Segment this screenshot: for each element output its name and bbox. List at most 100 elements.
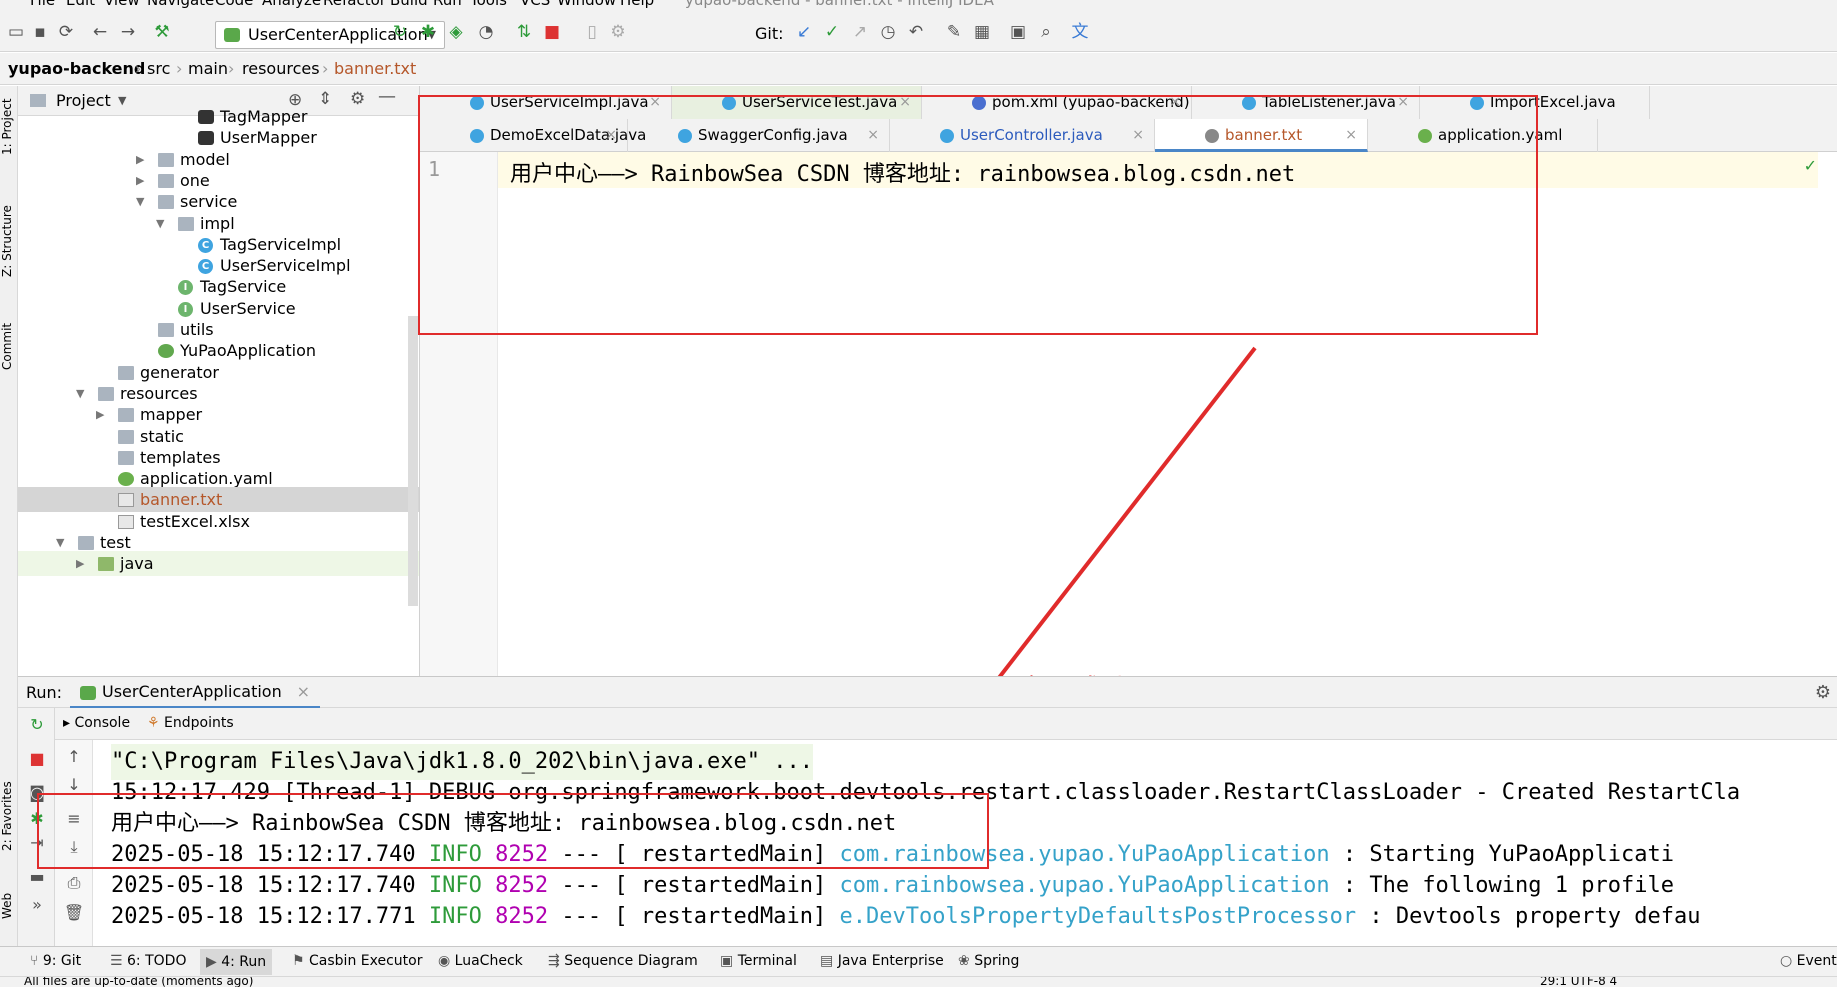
sequence-icon: ⇶: [548, 953, 565, 969]
tool-window-git[interactable]: ⑂ 9: Git: [30, 953, 81, 969]
git-commit-icon[interactable]: ✓: [820, 20, 844, 44]
layout-icon[interactable]: ▬: [26, 866, 48, 888]
casbin-icon: ⚑: [292, 953, 310, 969]
project-tool-tab[interactable]: 1: Project: [0, 92, 18, 162]
tool-window-terminal[interactable]: ▣ Terminal: [720, 953, 797, 969]
folder-icon: [158, 323, 174, 337]
spring-run-icon: [80, 686, 96, 700]
folder-icon: [78, 536, 94, 550]
tool-window-event-log[interactable]: ○ Event: [1780, 953, 1837, 969]
folder-icon: [158, 195, 174, 210]
terminal-window-icon[interactable]: ▣: [1006, 20, 1030, 44]
history-icon[interactable]: ◷: [876, 20, 900, 44]
tab-endpoints[interactable]: ⚘ Endpoints: [147, 715, 234, 731]
web-tool-tab[interactable]: Web: [0, 876, 18, 936]
menu-build[interactable]: Build: [390, 0, 428, 9]
search-icon[interactable]: ⌕: [1034, 20, 1058, 44]
menu-tools[interactable]: Tools: [470, 0, 507, 9]
coverage-icon[interactable]: ◈: [444, 20, 468, 44]
tool-window-run[interactable]: ▶ 4: Run: [200, 949, 273, 975]
luacheck-icon: ◉: [438, 953, 455, 969]
breadcrumb-project[interactable]: yupao-backend: [8, 59, 145, 78]
tool-window-spring[interactable]: ❀ Spring: [958, 953, 1019, 969]
menu-view[interactable]: View: [104, 0, 140, 9]
menu-help[interactable]: Help: [620, 0, 654, 9]
menu-navigate[interactable]: Navigate: [147, 0, 214, 9]
back-icon[interactable]: ←: [88, 20, 112, 44]
more-icon[interactable]: »: [26, 894, 48, 916]
translate-icon[interactable]: 文: [1068, 20, 1092, 44]
chevron-right-icon[interactable]: ▶: [76, 551, 84, 576]
git-update-icon[interactable]: ↙: [792, 20, 816, 44]
breadcrumb-main[interactable]: main: [188, 59, 228, 78]
event-log-icon: ○: [1780, 953, 1797, 969]
folder-icon: [158, 173, 174, 188]
rerun-icon[interactable]: ↻: [388, 20, 412, 44]
rerun-icon[interactable]: ↻: [26, 714, 48, 736]
menu-code[interactable]: Code: [215, 0, 253, 9]
tool-window-label: Sequence Diagram: [564, 953, 698, 969]
trash-icon[interactable]: 🗑: [63, 902, 85, 924]
close-icon[interactable]: ×: [297, 677, 310, 707]
class-icon: C: [198, 237, 213, 253]
tool-window-todo[interactable]: ☰ 6: TODO: [110, 953, 186, 969]
forward-icon[interactable]: →: [116, 20, 140, 44]
menu-edit[interactable]: Edit: [66, 0, 95, 9]
menu-file[interactable]: File: [30, 0, 55, 9]
arrow-up-icon[interactable]: ↑: [63, 746, 85, 768]
status-position[interactable]: 29:1 UTF-8 4: [1540, 977, 1617, 987]
stop-icon[interactable]: ■: [26, 748, 48, 770]
sdk-icon[interactable]: ⚙: [606, 20, 630, 44]
menu-bar: File Edit View Navigate Code Analyze Ref…: [0, 0, 1837, 10]
tool-window-luacheck[interactable]: ◉ LuaCheck: [438, 953, 523, 969]
inspection-ok-icon[interactable]: ✓: [1804, 156, 1817, 175]
save-icon[interactable]: ▪: [28, 20, 52, 44]
menu-window[interactable]: Window: [557, 0, 616, 9]
menu-refactor[interactable]: Refactor: [323, 0, 386, 9]
spring-icon: ❀: [958, 953, 975, 969]
folder-icon: [118, 429, 134, 444]
project-structure-icon[interactable]: ▦: [970, 20, 994, 44]
gear-icon[interactable]: ⚙: [1815, 682, 1831, 703]
device-icon[interactable]: ▯: [580, 20, 604, 44]
mapper-icon: [198, 110, 214, 124]
build-hammer-icon[interactable]: ⚒: [150, 20, 174, 44]
breadcrumb-file[interactable]: banner.txt: [334, 59, 416, 78]
menu-analyze[interactable]: Analyze: [262, 0, 321, 9]
menu-vcs[interactable]: VCS: [520, 0, 550, 9]
tool-window-label: Event: [1796, 953, 1837, 969]
terminal-icon: ▣: [720, 953, 738, 969]
folder-icon: [98, 386, 114, 401]
tool-window-label: Casbin Executor: [309, 953, 423, 969]
window-title: yupao-backend - banner.txt - IntelliJ ID…: [685, 0, 994, 9]
project-scrollbar[interactable]: [408, 316, 418, 606]
attach-icon[interactable]: ⇅: [512, 20, 536, 44]
favorites-tool-tab[interactable]: 2: Favorites: [0, 766, 18, 866]
tool-window-java-enterprise[interactable]: ▤ Java Enterprise: [820, 953, 944, 969]
breadcrumb-resources[interactable]: resources: [242, 59, 320, 78]
tab-console[interactable]: ▸ Console: [63, 715, 130, 731]
print-icon[interactable]: ⎙: [63, 872, 85, 894]
menu-run[interactable]: Run: [433, 0, 462, 9]
mapper-icon: [198, 131, 214, 146]
profile-icon[interactable]: ◔: [474, 20, 498, 44]
debug-icon[interactable]: ✱: [416, 20, 440, 44]
breadcrumb-src[interactable]: src: [147, 59, 170, 78]
run-tab-usercenterapplication[interactable]: UserCenterApplication ×: [70, 677, 320, 709]
structure-tool-tab[interactable]: Z: Structure: [0, 196, 18, 286]
folder-icon: [178, 216, 194, 231]
tool-window-casbin[interactable]: ⚑ Casbin Executor: [292, 953, 422, 969]
tool-window-sequence[interactable]: ⇶ Sequence Diagram: [548, 953, 698, 969]
folder-icon: [118, 450, 134, 465]
commit-tool-tab[interactable]: Commit: [0, 311, 18, 381]
wrench-icon[interactable]: ✎: [942, 20, 966, 44]
spring-run-icon: [224, 28, 240, 42]
git-push-icon[interactable]: ↗: [848, 20, 872, 44]
stop-icon[interactable]: ■: [540, 20, 564, 44]
yaml-icon: [118, 472, 134, 487]
main-toolbar: ▭ ▪ ⟳ ← → ⚒ UserCenterApplication ▼ ↻ ✱ …: [0, 10, 1837, 52]
tree-item[interactable]: ▶ java: [18, 551, 419, 577]
open-folder-icon[interactable]: ▭: [4, 20, 28, 44]
rollback-icon[interactable]: ↶: [904, 20, 928, 44]
sync-icon[interactable]: ⟳: [54, 20, 78, 44]
